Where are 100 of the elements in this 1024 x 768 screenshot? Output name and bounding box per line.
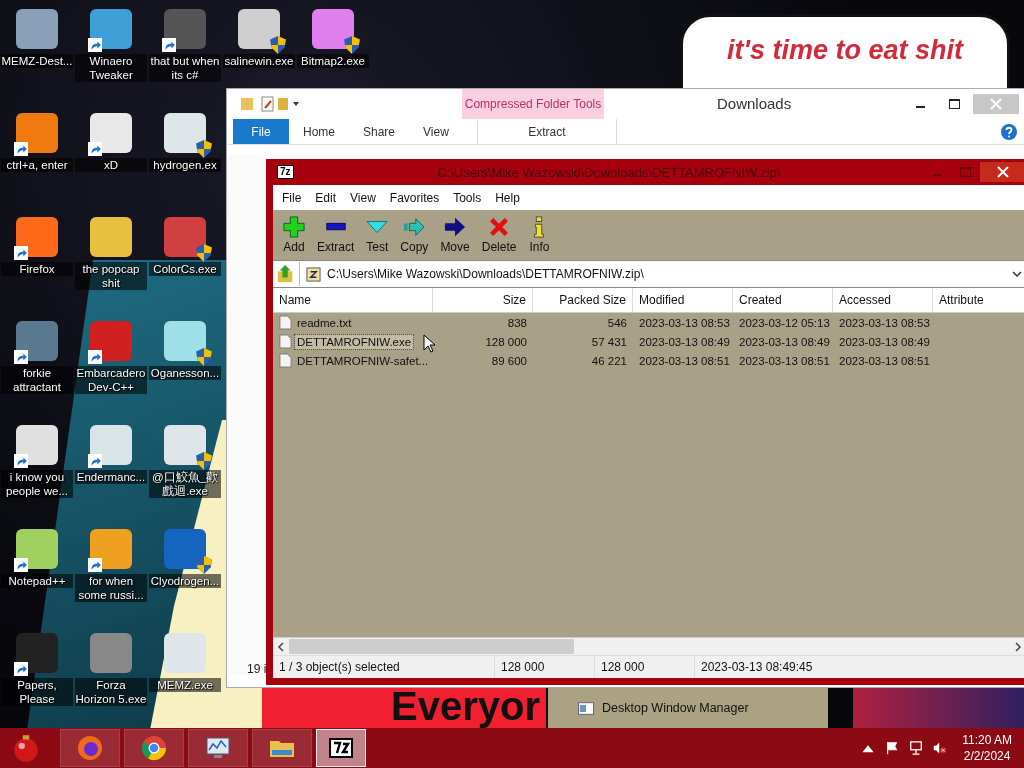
status-text: 1 / 3 object(s) selected (273, 656, 495, 678)
fox-globe-icon (76, 734, 104, 762)
ribbon-tab[interactable]: File (233, 119, 289, 144)
status-text: 128 000 (595, 656, 695, 678)
ribbon-tab[interactable]: View (409, 119, 463, 144)
table-cell-text: 2023-03-13 08:53 (638, 316, 731, 329)
file-name[interactable]: DETTAMROFNIW.exe (295, 334, 414, 349)
process-name[interactable]: Desktop Window Manager (602, 701, 749, 715)
icon-label[interactable]: hydrogen.ex (149, 158, 221, 172)
column-header[interactable]: Accessed (833, 288, 933, 312)
table-cell-text: 2023-03-13 08:51 (738, 354, 831, 367)
file-icon (279, 353, 292, 368)
icon-label[interactable]: Bitmap2.exe (297, 54, 369, 68)
clock-date[interactable]: 2/2/2024 (963, 748, 1011, 764)
icon-label[interactable]: i know you people we... (1, 470, 73, 498)
scroll-right-icon[interactable] (1014, 641, 1022, 652)
toolbar-button[interactable]: Add (277, 214, 311, 256)
column-header[interactable]: Name (273, 288, 433, 312)
icon-label[interactable]: that but when its c# (149, 54, 221, 82)
icon-label[interactable]: MEMZ.exe (149, 678, 221, 692)
file-name[interactable]: DETTAMROFNIW-safet... (295, 353, 431, 368)
file-icon (279, 315, 292, 330)
icon-label[interactable]: forkie attractant (1, 366, 73, 394)
arrow-icon (444, 216, 467, 238)
table-cell-text: 46 221 (590, 354, 628, 367)
toolbar-button[interactable]: Delete (475, 214, 523, 256)
plus-icon (283, 216, 305, 238)
app-icon[interactable] (90, 321, 132, 361)
table-cell-text: 2023-03-13 08:49 (738, 335, 831, 348)
archive-icon (306, 266, 321, 282)
delete-icon (488, 216, 511, 238)
horizontal-scrollbar[interactable] (273, 637, 1024, 655)
window-title: C:\Users\Mike Wazowski\Downloads\DETTAMROFNIW.zip\ (437, 164, 781, 180)
icon-label[interactable]: Endermanc... (75, 470, 147, 484)
icon-label[interactable]: @口鮫魚_歡戲迴.exe (149, 470, 221, 498)
icon-label[interactable]: salinewin.exe (223, 54, 295, 68)
column-header[interactable]: Created (733, 288, 833, 312)
toolbar-button[interactable]: Copy (394, 214, 435, 256)
column-header[interactable]: Packed Size (533, 288, 633, 312)
icon-label[interactable]: for when some russi... (75, 574, 147, 602)
table-cell-text: 2023-03-13 08:49 (838, 335, 931, 348)
scroll-left-icon[interactable] (277, 641, 285, 652)
icon-label[interactable]: xD (75, 158, 147, 172)
icon-label[interactable]: Notepad++ (1, 574, 73, 588)
scrollbar-thumb[interactable] (289, 639, 574, 654)
icon-label[interactable]: the popcap shit (75, 262, 147, 290)
menu-item[interactable]: Help (488, 190, 527, 205)
dropdown-icon (1012, 271, 1022, 277)
column-header[interactable]: Attribute (933, 288, 1024, 312)
icon-label[interactable]: MEMZ-Dest... (1, 54, 73, 68)
flag-icon[interactable] (885, 741, 900, 755)
toolbar-button[interactable]: Test (360, 214, 395, 256)
toolbar-button[interactable]: Move (434, 214, 476, 256)
toolbar-button[interactable]: Extract (311, 214, 361, 256)
icon-label[interactable]: Forza Horizon 5.exe (75, 678, 147, 706)
app-icon[interactable] (16, 633, 58, 673)
table-cell-text: 838 (506, 316, 528, 329)
wallpaper-text: Everyor (391, 684, 540, 730)
mouse-cursor-icon (423, 334, 435, 353)
context-tab-label: Compressed Folder Tools (462, 89, 604, 119)
icon-label[interactable]: Oganesson... (149, 366, 221, 380)
table-cell-text: 128 000 (484, 335, 528, 348)
table-cell-text: 2023-03-13 08:49 (638, 335, 731, 348)
close-button[interactable] (980, 162, 1024, 182)
menu-item[interactable]: Edit (308, 190, 344, 205)
volume-muted-icon[interactable] (933, 741, 948, 755)
toolbar-button[interactable]: Info (522, 214, 557, 256)
menu-item[interactable]: Tools (446, 190, 489, 205)
ribbon-tab[interactable]: Extract (476, 119, 617, 144)
table-cell-text: 89 600 (490, 354, 528, 367)
menu-item[interactable]: File (275, 190, 309, 205)
column-header[interactable]: Size (433, 288, 533, 312)
icon-label[interactable]: Winaero Tweaker (75, 54, 147, 82)
icon-label[interactable]: Firefox (1, 262, 73, 276)
file-name[interactable]: readme.txt (295, 315, 354, 330)
menu-item[interactable]: View (343, 190, 383, 205)
window-icon (578, 701, 594, 715)
icon-label[interactable]: ColorCs.exe (149, 262, 221, 276)
help-icon[interactable] (1001, 124, 1017, 140)
status-text: 2023-03-13 08:49:45 (700, 659, 814, 676)
menu-item[interactable]: Favorites (382, 190, 447, 205)
icon-label[interactable]: Papers, Please (1, 678, 73, 706)
network-icon[interactable] (909, 741, 924, 755)
window-title: Downloads (717, 95, 792, 112)
status-text: 128 000 (495, 656, 595, 678)
icon-label[interactable]: Embarcadero Dev-C++ (75, 366, 147, 394)
double-arrow-icon (403, 216, 426, 238)
table-cell-text: 2023-03-12 05:13 (738, 316, 831, 329)
ribbon-tab[interactable]: Share (349, 119, 410, 144)
table-cell-text: 2023-03-13 08:53 (838, 316, 931, 329)
taskbar-button[interactable] (188, 729, 248, 767)
folder-up-icon[interactable] (277, 265, 295, 283)
app-icon[interactable] (16, 321, 58, 361)
status-text: 19 i (247, 662, 267, 676)
ribbon-tab[interactable]: Home (289, 119, 349, 144)
table-cell-text: 57 431 (590, 335, 628, 348)
column-header[interactable]: Modified (633, 288, 733, 312)
app-icon[interactable] (164, 9, 206, 49)
icon-label[interactable]: ctrl+a, enter (1, 158, 73, 172)
clock-time[interactable]: 11:20 AM (962, 732, 1012, 748)
